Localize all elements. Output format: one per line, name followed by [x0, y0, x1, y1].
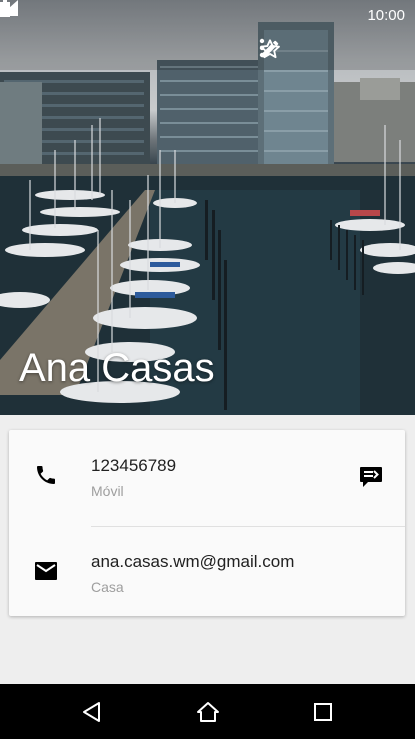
recents-icon[interactable]	[293, 684, 353, 739]
more-vert-icon[interactable]	[259, 38, 415, 82]
edit-pencil-icon[interactable]	[261, 38, 363, 82]
status-bar: 10:00	[0, 0, 415, 30]
home-icon[interactable]	[178, 684, 238, 739]
contact-details-card: 123456789 Móvil ana.casas.wm@gmail.com C…	[9, 430, 405, 616]
phone-row[interactable]: 123456789 Móvil	[9, 430, 405, 522]
phone-type: Móvil	[91, 483, 124, 499]
phone-icon	[33, 462, 59, 488]
status-time: 10:00	[367, 6, 405, 24]
email-address: ana.casas.wm@gmail.com	[91, 552, 295, 571]
contact-toolbar	[259, 38, 415, 82]
message-icon[interactable]	[357, 464, 385, 490]
back-icon[interactable]	[62, 684, 122, 739]
email-type: Casa	[91, 579, 124, 595]
contact-name: Ana Casas	[19, 346, 215, 390]
email-row[interactable]: ana.casas.wm@gmail.com Casa	[9, 526, 405, 618]
phone-number: 123456789	[91, 456, 177, 475]
contact-photo: 10:00 Ana Casas	[0, 0, 415, 415]
email-icon	[33, 558, 59, 584]
navigation-bar	[0, 684, 415, 739]
